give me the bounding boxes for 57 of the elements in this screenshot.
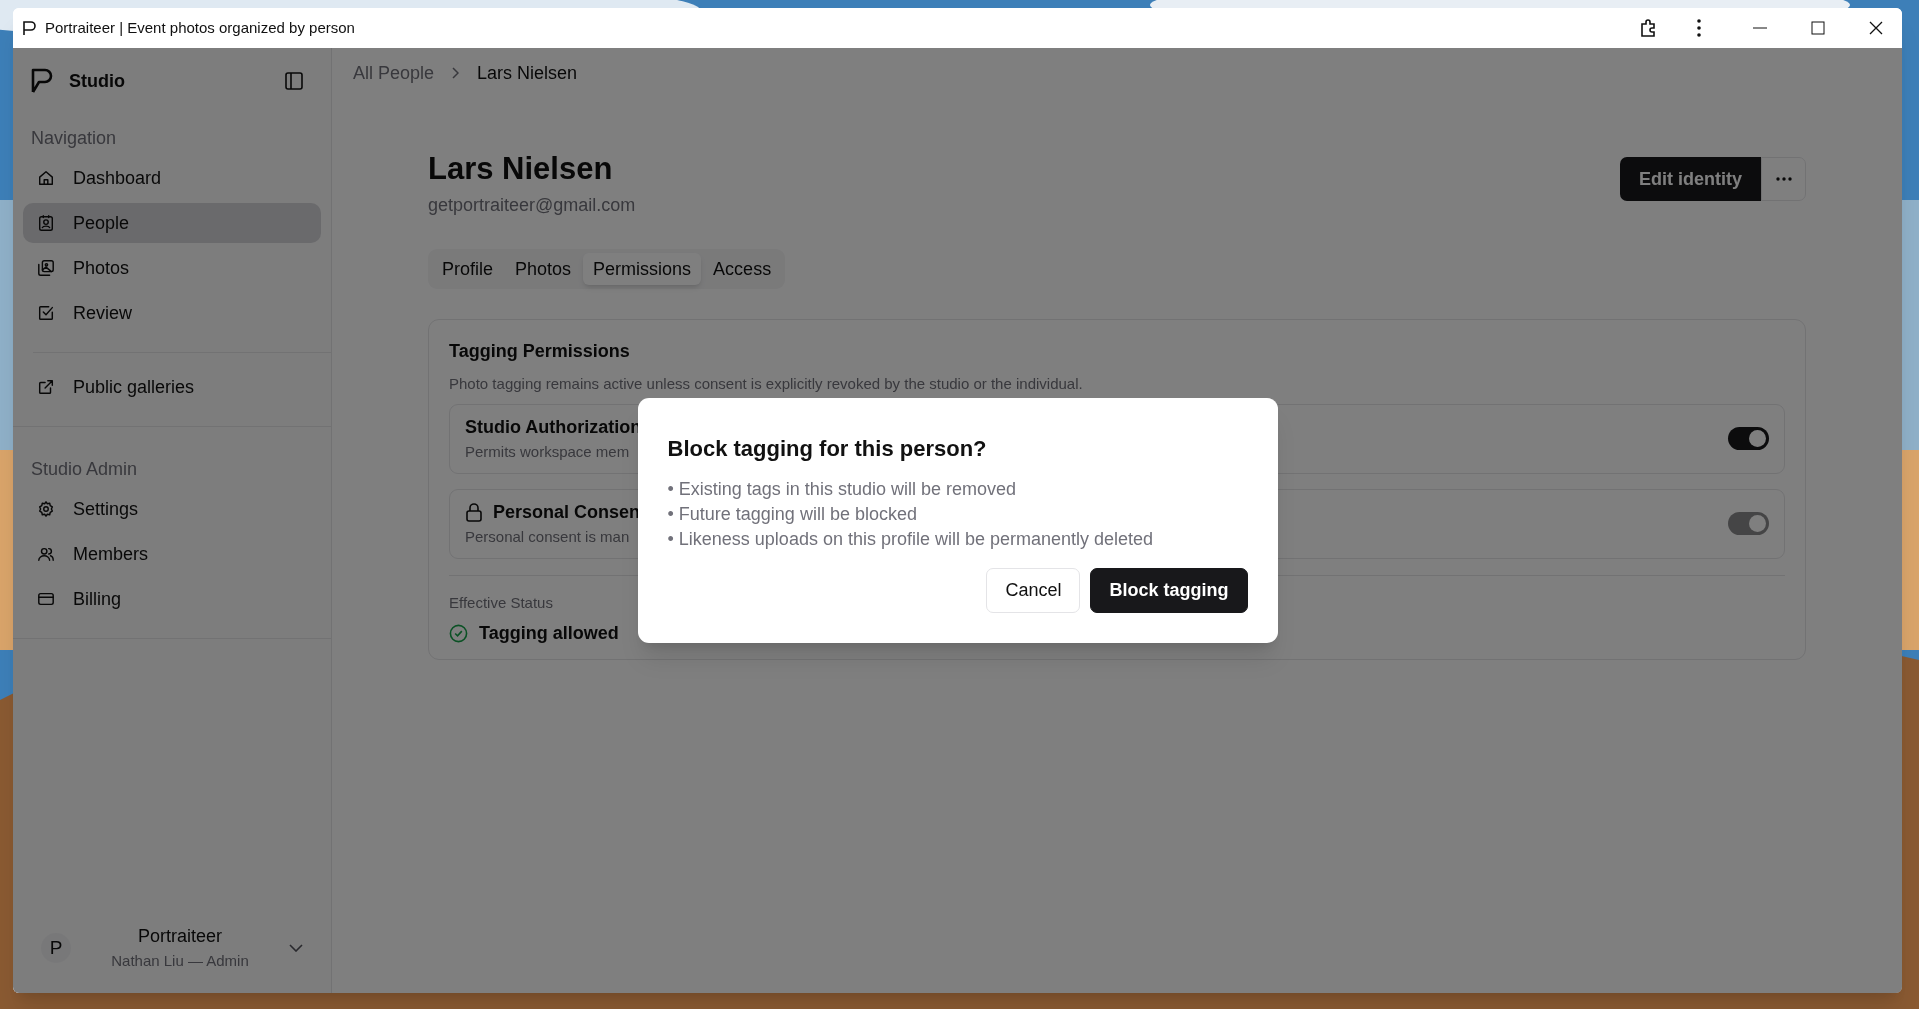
settings-icon [37,500,55,518]
account-name: Portraiteer [137,925,222,949]
credit-card-icon [37,590,55,608]
external-link-icon [37,378,55,396]
sidebar-item[interactable]: Members [23,534,321,574]
dialog-bullet: • Likeness uploads on this profile will be permanently deleted [667,528,1155,551]
dialog-title: Block tagging for this person? [667,435,988,463]
chevron-down-icon[interactable] [289,944,303,952]
permission-title: Studio Authorization [465,415,642,439]
people-icon [37,545,55,563]
images-icon [37,259,55,277]
brand-name: Studio [69,69,125,93]
person-name: Lars Nielsen [428,150,614,188]
tab[interactable]: Photos [505,253,582,285]
cancel-button[interactable]: Cancel [986,568,1081,613]
tab[interactable]: Profile [432,253,504,285]
status-label: Effective Status [449,592,553,613]
sidebar-item[interactable]: Dashboard [23,158,321,198]
home-icon [37,169,55,187]
section-heading: Navigation [30,126,118,150]
dialog-bullet: • Future tagging will be blocked [667,503,918,526]
maximize-icon[interactable] [1811,21,1825,35]
section-heading: Studio Admin [30,457,139,481]
more-horizontal-icon [1775,177,1792,181]
check-circle-icon [449,624,468,643]
tab[interactable]: Permissions [583,253,702,285]
person-badge-icon [37,214,55,232]
sidebar-item[interactable]: Billing [23,579,321,619]
card-title: Tagging Permissions [449,340,631,363]
sidebar-item[interactable]: People [23,203,321,243]
breadcrumb-current: Lars Nielsen [477,61,578,85]
edit-identity-button[interactable]: Edit identity [1620,157,1761,201]
avatar: P [41,933,71,963]
card-description: Photo tagging remains active unless consent is explicitly revoked by the studio or the individual. [449,374,1084,394]
sidebar-item[interactable]: Review [23,293,321,333]
dialog-bullet: • Existing tags in this studio will be removed [667,478,1017,501]
more-vertical-icon[interactable] [1697,19,1701,37]
permission-description: Permits workspace mem [465,441,630,462]
sidebar-item[interactable]: Photos [23,248,321,288]
account-role: Nathan Liu — Admin [111,951,249,972]
tab[interactable]: Access [703,253,782,285]
person-email: getportraiteer@gmail.com [428,194,636,217]
studio-logo-icon [31,68,53,94]
block-tagging-button[interactable]: Block tagging [1090,568,1248,613]
app-logo-icon [22,20,36,36]
sidebar-item[interactable]: Settings [23,489,321,529]
checkbox-icon [37,304,55,322]
status-value: Tagging allowed [479,622,619,645]
toggle-switch[interactable] [1728,427,1769,450]
chevron-right-icon [452,67,460,79]
sidebar-toggle-icon[interactable] [285,72,303,90]
permission-title: Personal Consen [493,500,641,524]
permission-description: Personal consent is man [465,526,630,547]
close-icon[interactable] [1869,21,1883,35]
window-title: Portraiteer | Event photos organized by person [45,17,355,38]
sidebar-item[interactable]: Public galleries [23,367,321,407]
breadcrumb-link[interactable]: All People [353,59,435,87]
